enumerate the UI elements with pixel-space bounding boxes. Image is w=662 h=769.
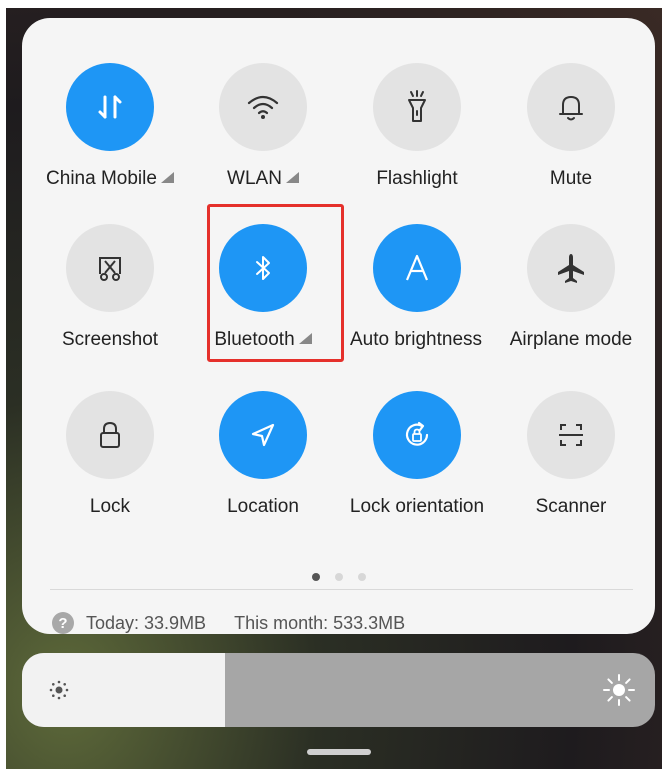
flashlight-icon [373, 63, 461, 151]
expand-arrow-icon [285, 172, 299, 183]
tile-label: Lock orientation [349, 496, 485, 517]
tile-lock[interactable]: Lock [24, 391, 174, 531]
home-indicator[interactable] [307, 749, 371, 755]
tile-scanner[interactable]: Scanner [485, 391, 635, 531]
lock-icon [66, 391, 154, 479]
mobile-data-icon [66, 63, 154, 151]
usage-month: This month: 533.3MB [234, 612, 406, 633]
data-usage[interactable]: ? Today: 33.9MB This month: 533.3MB [52, 611, 405, 635]
divider [50, 589, 633, 590]
top-border [0, 0, 662, 8]
tile-label: Airplane mode [509, 329, 633, 350]
page-dot[interactable] [357, 573, 366, 581]
tile-mute[interactable]: Mute [485, 63, 635, 203]
rotation-lock-icon [373, 391, 461, 479]
tile-label: Flashlight [376, 168, 458, 189]
brightness-low-icon [47, 678, 71, 702]
tile-auto-brightness[interactable]: Auto brightness [331, 224, 482, 364]
tile-lock-orientation[interactable]: Lock orientation [331, 391, 484, 531]
location-icon [219, 391, 307, 479]
page-indicator [22, 573, 655, 581]
usage-today: Today: 33.9MB [86, 612, 207, 633]
tile-label: Mute [549, 168, 593, 189]
page-dot[interactable] [311, 573, 320, 581]
page-dot[interactable] [334, 573, 343, 581]
scanner-icon [527, 391, 615, 479]
tile-airplane-mode[interactable]: Airplane mode [485, 224, 635, 364]
auto-brightness-icon [373, 224, 461, 312]
tile-label: Lock [89, 496, 131, 517]
airplane-icon [527, 224, 615, 312]
tile-label: Location [227, 496, 299, 517]
left-border [0, 0, 6, 769]
brightness-high-icon [602, 673, 636, 707]
tile-flashlight[interactable]: Flashlight [331, 63, 481, 203]
brightness-slider[interactable] [22, 653, 655, 727]
wifi-icon [219, 63, 307, 151]
tile-wlan[interactable]: WLAN [177, 63, 327, 203]
tile-label: Scanner [535, 496, 607, 517]
tile-label: China Mobile [24, 168, 196, 190]
tile-screenshot[interactable]: Screenshot [24, 224, 174, 364]
screenshot-icon [66, 224, 154, 312]
tile-label: Screenshot [61, 329, 159, 350]
bell-icon [527, 63, 615, 151]
tile-location[interactable]: Location [177, 391, 327, 531]
tile-label: Auto brightness [350, 329, 483, 350]
help-icon: ? [52, 612, 74, 634]
tile-china-mobile[interactable]: China Mobile [24, 63, 174, 203]
highlight-box [207, 204, 344, 362]
tile-label: WLAN [177, 168, 349, 190]
expand-arrow-icon [160, 172, 174, 183]
